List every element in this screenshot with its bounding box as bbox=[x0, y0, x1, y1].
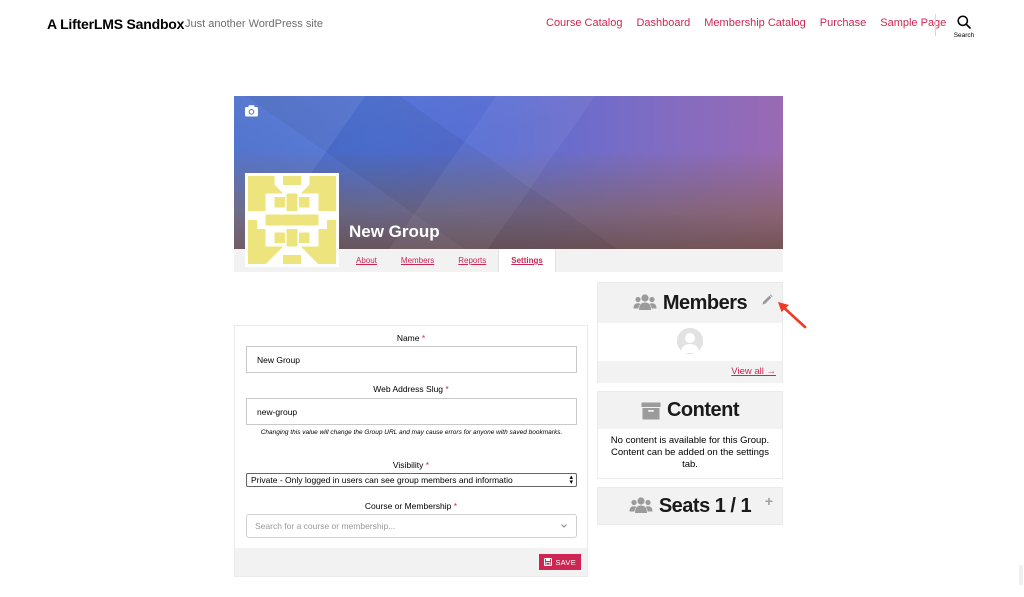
slug-help-text: Changing this value will change the Grou… bbox=[260, 429, 563, 436]
content-widget: Content No content is available for this… bbox=[597, 391, 783, 479]
group-profile-header: New Group About Members Reports Settings bbox=[234, 96, 783, 272]
group-title: New Group bbox=[349, 222, 440, 241]
annotation-arrow-icon bbox=[778, 302, 807, 329]
tab-about[interactable]: About bbox=[344, 249, 389, 272]
course-search-placeholder: Search for a course or membership... bbox=[255, 521, 396, 531]
search-label: Search bbox=[953, 32, 975, 39]
users-icon bbox=[633, 294, 657, 310]
members-widget-header: Members bbox=[598, 283, 782, 323]
pencil-icon[interactable] bbox=[761, 294, 773, 306]
nav-item-membership-catalog[interactable]: Membership Catalog bbox=[704, 17, 806, 29]
view-all-members-link[interactable]: View all → bbox=[731, 366, 776, 377]
site-header: A LifterLMS Sandbox Just another WordPre… bbox=[0, 0, 1024, 50]
visibility-select[interactable]: Private - Only logged in users can see g… bbox=[246, 473, 577, 487]
tab-members[interactable]: Members bbox=[389, 249, 446, 272]
primary-nav: Course Catalog Dashboard Membership Cata… bbox=[546, 17, 960, 29]
default-avatar-icon bbox=[677, 328, 703, 354]
floppy-icon bbox=[544, 558, 553, 566]
course-search-select[interactable]: Search for a course or membership... bbox=[246, 514, 577, 538]
add-seat-plus-icon[interactable]: + bbox=[765, 493, 773, 509]
course-label: Course or Membership * bbox=[364, 501, 458, 511]
nav-item-dashboard[interactable]: Dashboard bbox=[636, 17, 690, 29]
nav-item-course-catalog[interactable]: Course Catalog bbox=[546, 17, 622, 29]
camera-icon[interactable] bbox=[244, 104, 259, 118]
name-input[interactable]: New Group bbox=[246, 346, 577, 373]
seats-widget: Seats 1 / 1 + bbox=[597, 487, 783, 525]
site-description: Just another WordPress site bbox=[185, 18, 323, 30]
slug-input[interactable]: new-group bbox=[246, 398, 577, 425]
group-settings-form: Name * New Group Web Address Slug * new-… bbox=[234, 325, 588, 577]
name-label: Name * bbox=[396, 333, 426, 343]
seats-widget-title: Seats 1 / 1 bbox=[658, 494, 752, 517]
members-widget: Members View all → bbox=[597, 282, 783, 383]
save-label: SAVE bbox=[555, 557, 576, 567]
member-avatar[interactable] bbox=[677, 328, 703, 354]
search-toggle[interactable]: Search bbox=[950, 15, 978, 39]
nav-item-purchase[interactable]: Purchase bbox=[820, 17, 866, 29]
save-button[interactable]: SAVE bbox=[539, 554, 581, 570]
seats-widget-header: Seats 1 / 1 + bbox=[598, 488, 782, 524]
group-tabs: About Members Reports Settings bbox=[344, 249, 556, 272]
select-arrows-icon: ▴ ▾ bbox=[569, 474, 573, 486]
site-title[interactable]: A LifterLMS Sandbox bbox=[47, 16, 184, 32]
content-widget-title: Content bbox=[666, 399, 740, 421]
nav-item-sample-page[interactable]: Sample Page bbox=[880, 17, 946, 29]
tab-reports[interactable]: Reports bbox=[446, 249, 498, 272]
form-footer bbox=[235, 548, 587, 576]
visibility-selected-value: Private - Only logged in users can see g… bbox=[251, 475, 513, 485]
users-icon bbox=[629, 497, 653, 513]
header-divider bbox=[935, 14, 936, 36]
content-empty-message: No content is available for this Group. … bbox=[610, 435, 770, 470]
content-widget-header: Content bbox=[598, 392, 782, 429]
scrollbar-remnant bbox=[1019, 565, 1023, 585]
visibility-label: Visibility * bbox=[392, 460, 430, 470]
group-avatar[interactable] bbox=[245, 173, 339, 267]
identicon-image bbox=[248, 176, 336, 264]
slug-label: Web Address Slug * bbox=[373, 384, 449, 394]
chevron-down-icon bbox=[561, 524, 567, 528]
members-widget-title: Members bbox=[662, 291, 748, 314]
tab-settings[interactable]: Settings bbox=[498, 249, 556, 272]
search-icon bbox=[957, 15, 971, 29]
archive-icon bbox=[641, 402, 661, 419]
